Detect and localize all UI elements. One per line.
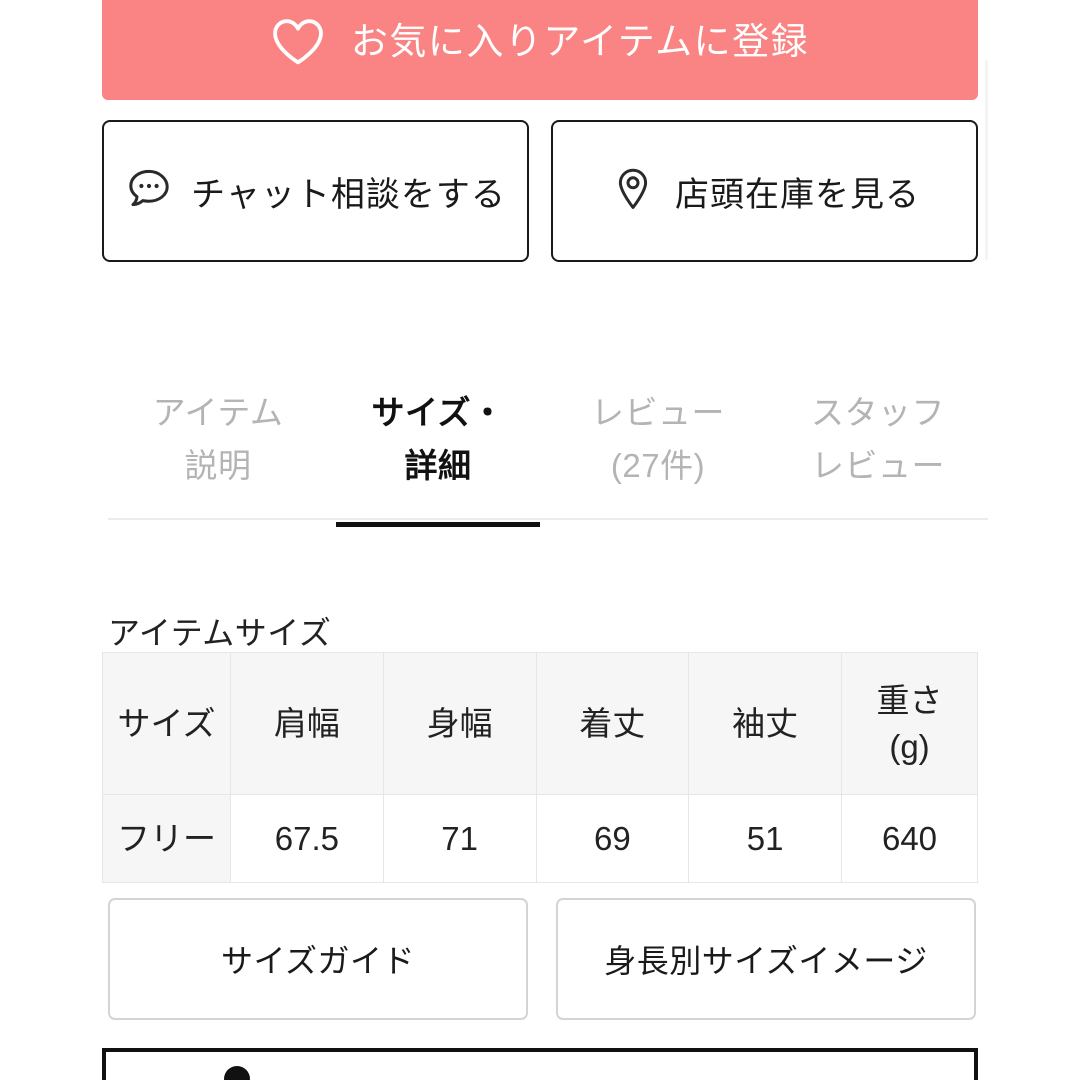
location-pin-icon	[609, 165, 657, 218]
table-header-row: サイズ 肩幅 身幅 着丈 袖丈 重さ (g)	[102, 652, 978, 795]
add-to-favorites-button[interactable]: お気に入りアイテムに登録	[102, 0, 978, 100]
tab-size-details-line1: サイズ・	[371, 394, 505, 431]
table-header-size: サイズ	[102, 652, 231, 795]
height-size-image-button[interactable]: 身長別サイズイメージ	[556, 898, 976, 1020]
tab-item-description-line1: アイテム	[152, 394, 284, 431]
size-guide-button[interactable]: サイズガイド	[108, 898, 528, 1020]
cell-size: フリー	[102, 794, 231, 883]
right-edge-hairline	[985, 60, 988, 260]
tab-reviews-count: (27件)	[610, 447, 706, 485]
cell-weight: 640	[841, 794, 978, 883]
item-size-heading: アイテムサイズ	[108, 615, 332, 651]
table-row: フリー 67.5 71 69 51 640	[102, 794, 978, 883]
detail-tabs: アイテム 説明 サイズ・ 詳細 レビュー (27件) スタッフ レビュー	[108, 372, 988, 527]
store-stock-button[interactable]: 店頭在庫を見る	[551, 120, 978, 262]
table-header-chest: 身幅	[382, 652, 537, 795]
bottom-panel[interactable]	[102, 1048, 978, 1080]
item-size-table: サイズ 肩幅 身幅 着丈 袖丈 重さ (g) フリー 67.5 71 69 51…	[102, 652, 978, 883]
add-to-favorites-label: お気に入りアイテムに登録	[350, 20, 810, 62]
cell-sleeve: 51	[688, 794, 842, 883]
tab-item-description[interactable]: アイテム 説明	[108, 372, 328, 522]
store-stock-label: 店頭在庫を見る	[675, 175, 920, 214]
tab-staff-reviews-line2: レビュー	[811, 447, 945, 485]
table-header-weight-main: 重さ	[876, 681, 943, 719]
chat-bubble-icon	[125, 165, 173, 218]
table-header-weight: 重さ (g)	[841, 652, 978, 795]
tab-size-details[interactable]: サイズ・ 詳細	[328, 372, 548, 527]
bullet-dot-icon	[224, 1066, 250, 1080]
tabs-divider	[108, 518, 988, 520]
chat-consultation-button[interactable]: チャット相談をする	[102, 120, 529, 262]
tab-staff-reviews[interactable]: スタッフ レビュー	[768, 372, 988, 522]
chat-consultation-label: チャット相談をする	[191, 175, 506, 214]
tab-size-details-line2: 詳細	[404, 447, 472, 485]
heart-icon	[271, 16, 325, 66]
table-header-shoulder: 肩幅	[230, 652, 384, 795]
table-header-sleeve: 袖丈	[688, 652, 842, 795]
cell-chest: 71	[382, 794, 537, 883]
tab-item-description-line2: 説明	[184, 447, 252, 485]
tab-reviews-line1: レビュー	[591, 394, 725, 431]
product-detail-page: お気に入りアイテムに登録 チャット相談をする 店頭在庫を見る アイテム 説明 サ…	[0, 0, 1080, 1080]
size-guide-row: サイズガイド 身長別サイズイメージ	[108, 898, 976, 1020]
cell-shoulder: 67.5	[230, 794, 384, 883]
cell-length: 69	[535, 794, 690, 883]
secondary-actions-row: チャット相談をする 店頭在庫を見る	[102, 120, 978, 262]
tab-reviews[interactable]: レビュー (27件)	[548, 372, 768, 522]
tab-staff-reviews-line1: スタッフ	[811, 394, 945, 431]
table-header-weight-unit: (g)	[889, 727, 930, 765]
table-header-length: 着丈	[535, 652, 690, 795]
